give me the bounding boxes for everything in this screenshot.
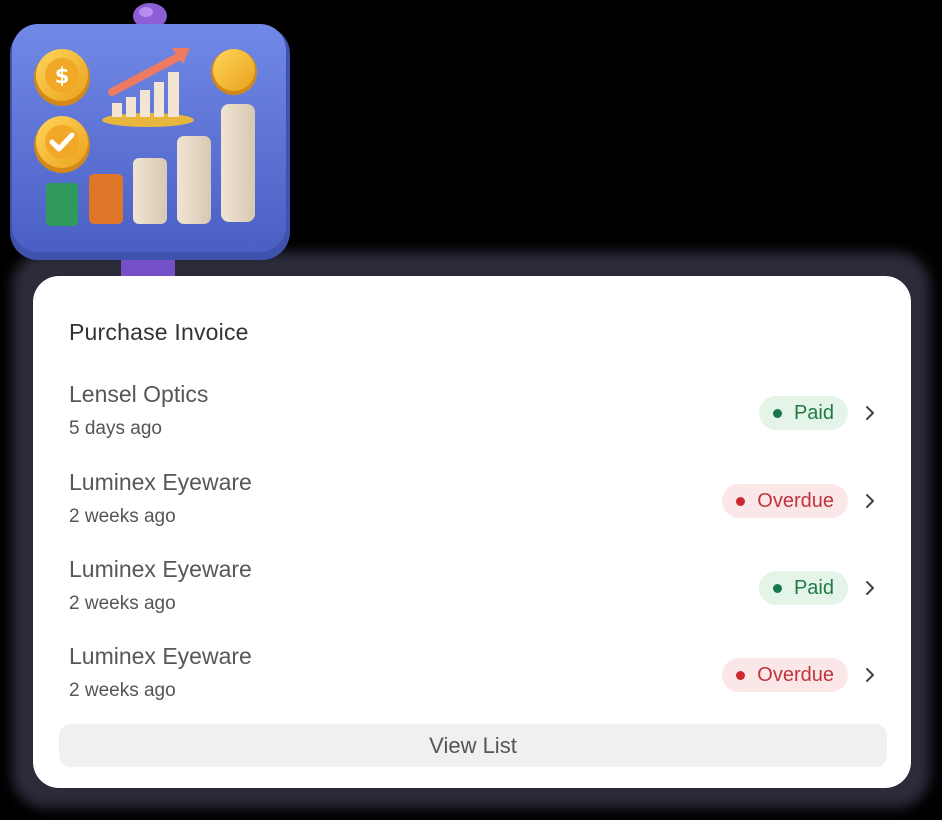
invoice-row[interactable]: Luminex Eyeware 2 weeks ago Overdue xyxy=(33,469,911,541)
status-badge: Paid xyxy=(758,396,848,430)
invoice-row[interactable]: Luminex Eyeware 2 weeks ago Paid xyxy=(33,556,911,628)
dot-icon xyxy=(772,583,782,593)
invoice-vendor: Luminex Eyeware xyxy=(69,469,252,495)
invoice-vendor: Luminex Eyeware xyxy=(69,643,252,669)
invoice-time: 5 days ago xyxy=(69,418,162,439)
presentation-board-chart-icon: $ xyxy=(10,3,290,296)
status-label: Overdue xyxy=(757,663,834,686)
card-title: Purchase Invoice xyxy=(69,319,249,345)
chevron-right-icon[interactable] xyxy=(863,578,877,598)
status-badge: Overdue xyxy=(722,658,848,692)
invoice-time: 2 weeks ago xyxy=(69,680,176,701)
dot-icon xyxy=(772,408,782,418)
status-label: Paid xyxy=(793,401,834,424)
view-list-button[interactable]: View List xyxy=(59,724,887,767)
status-badge: Overdue xyxy=(722,484,848,518)
invoice-time: 2 weeks ago xyxy=(69,593,176,614)
invoice-row[interactable]: Lensel Optics 5 days ago Paid xyxy=(33,381,911,453)
invoice-time: 2 weeks ago xyxy=(69,506,176,527)
status-label: Overdue xyxy=(757,489,834,512)
chevron-right-icon[interactable] xyxy=(863,403,877,423)
dot-icon xyxy=(736,496,746,506)
invoice-vendor: Luminex Eyeware xyxy=(69,556,252,582)
chevron-right-icon[interactable] xyxy=(863,665,877,685)
svg-text:$: $ xyxy=(55,64,70,88)
status-badge: Paid xyxy=(758,571,848,605)
status-label: Paid xyxy=(793,576,834,599)
invoice-vendor: Lensel Optics xyxy=(69,381,209,407)
chevron-right-icon[interactable] xyxy=(863,491,877,511)
invoice-row[interactable]: Luminex Eyeware 2 weeks ago Overdue xyxy=(33,643,911,715)
dot-icon xyxy=(736,670,746,680)
purchase-invoice-card: Purchase Invoice Lensel Optics 5 days ag… xyxy=(33,276,911,788)
